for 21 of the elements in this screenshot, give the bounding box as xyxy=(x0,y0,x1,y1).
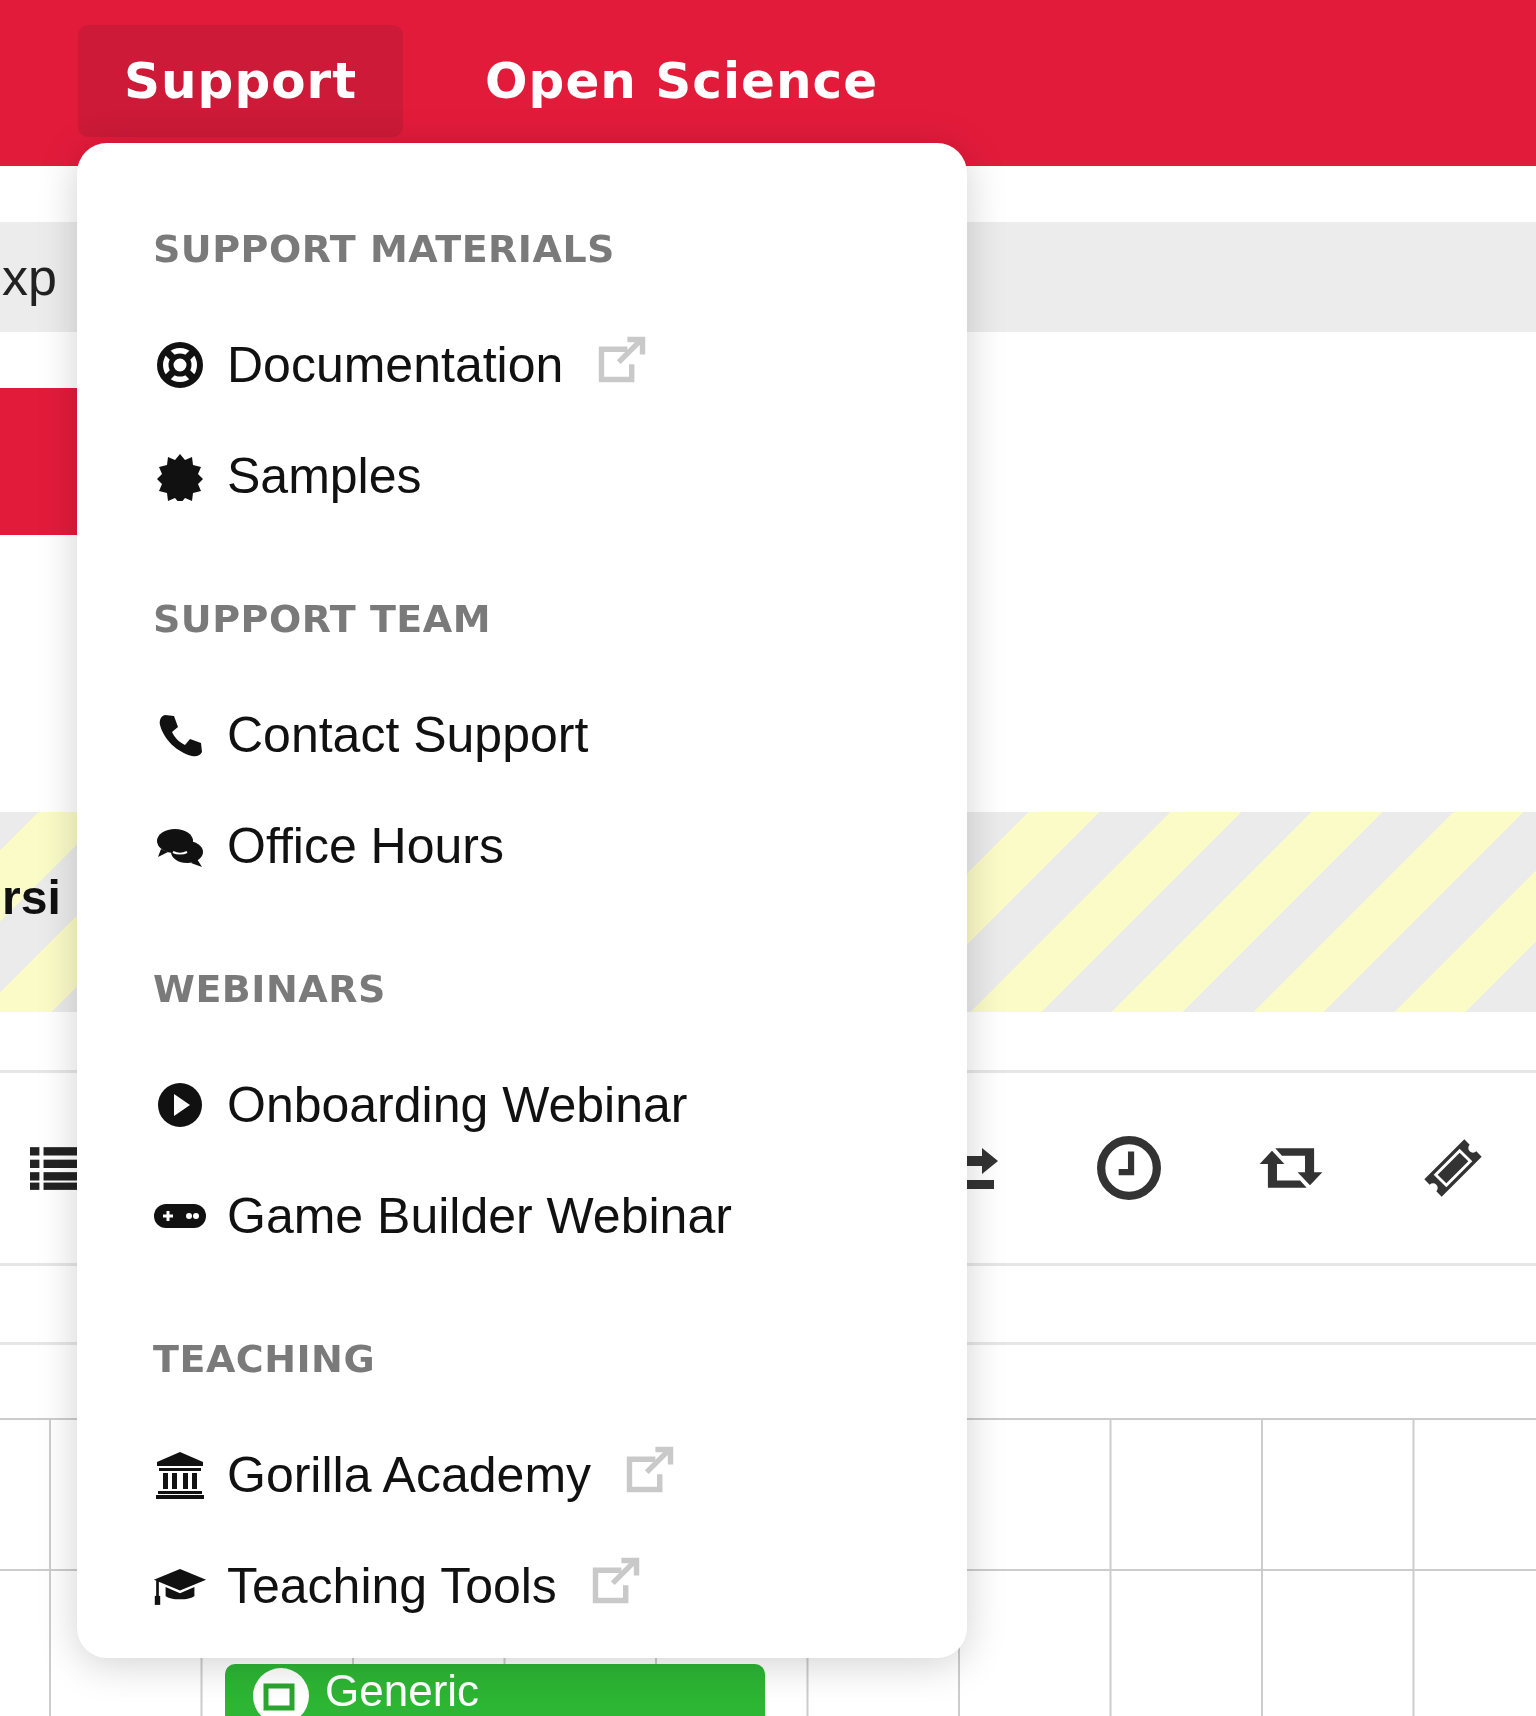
node-label: Generic xyxy=(325,1666,480,1716)
menu-item[interactable]: Contact Support xyxy=(227,705,589,764)
band-text: xp xyxy=(2,247,57,307)
menu-item[interactable]: Teaching Tools xyxy=(227,1556,557,1615)
section-heading: TEACHING xyxy=(153,1337,377,1383)
menu-item[interactable]: Documentation xyxy=(227,335,564,394)
menu-item[interactable]: Onboarding Webinar xyxy=(227,1075,688,1134)
menu-item[interactable]: Office Hours xyxy=(227,816,504,875)
nav-tab[interactable]: Support xyxy=(78,25,404,137)
clock-icon[interactable] xyxy=(1096,1135,1162,1201)
section-heading: WEBINARS xyxy=(153,967,387,1013)
menu-item[interactable]: Gorilla Academy xyxy=(227,1445,592,1504)
list-icon[interactable] xyxy=(30,1145,80,1191)
section-heading: SUPPORT TEAM xyxy=(153,597,493,643)
banner-text: rsi xyxy=(2,869,61,925)
menu-item[interactable]: Samples xyxy=(227,446,422,505)
section-heading: SUPPORT MATERIALS xyxy=(153,227,616,273)
edit-icon xyxy=(251,1666,311,1716)
bank-icon xyxy=(153,1449,207,1500)
nav-tab[interactable]: Open Science xyxy=(439,25,925,137)
menu-item[interactable]: Game Builder Webinar xyxy=(227,1186,732,1245)
